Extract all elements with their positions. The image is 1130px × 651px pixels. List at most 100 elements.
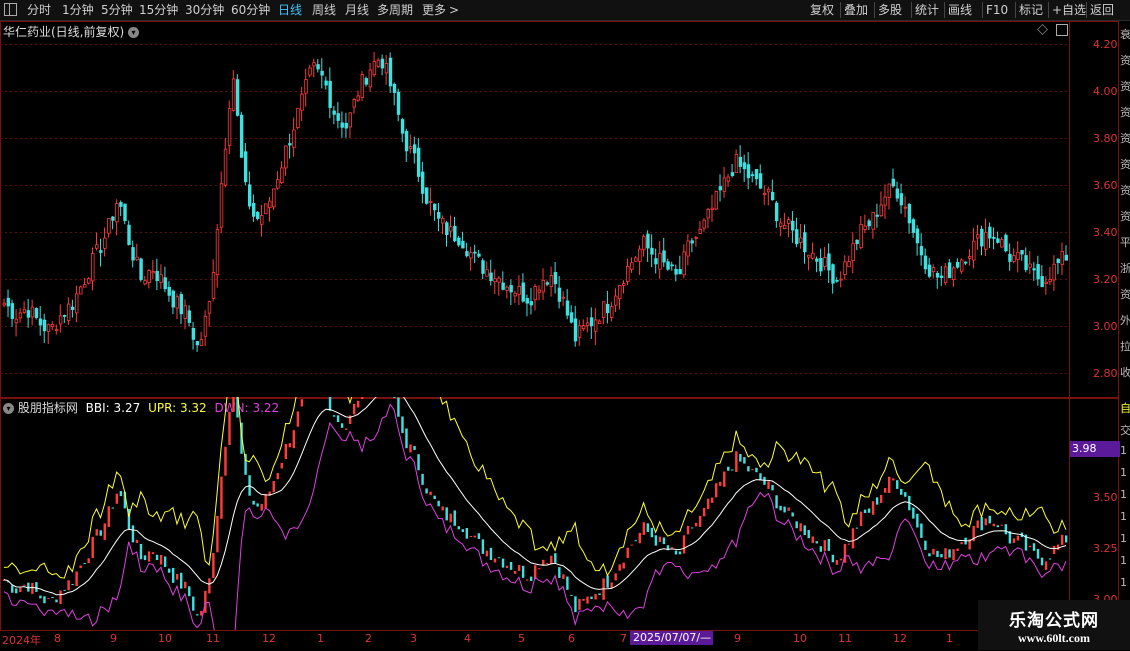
layout-toggle-icon[interactable] xyxy=(4,3,17,16)
price-axis-divider xyxy=(1069,21,1118,397)
right-strip-label[interactable]: 外 xyxy=(1120,312,1130,328)
toolbar-button-1[interactable]: 叠加 xyxy=(844,2,868,18)
candle-body xyxy=(437,212,441,219)
indicator-candle xyxy=(224,446,227,476)
period-button-1[interactable]: 1分钟 xyxy=(62,2,94,18)
more-arrow-icon[interactable]: > xyxy=(449,2,459,18)
date-tick-label: 2024年 xyxy=(2,634,41,647)
period-button-3[interactable]: 15分钟 xyxy=(139,2,178,18)
right-strip-label[interactable]: 资 xyxy=(1120,130,1130,146)
period-button-2[interactable]: 5分钟 xyxy=(101,2,133,18)
period-button-9[interactable]: 多周期 xyxy=(377,2,413,18)
indicator-candle xyxy=(469,536,473,538)
right-strip-label[interactable]: 资 xyxy=(1120,104,1130,120)
date-tick-label: 9 xyxy=(110,632,117,645)
price-tick-label: 3.40 xyxy=(1093,225,1118,239)
indicator-candle xyxy=(650,527,654,538)
indicator-candle xyxy=(228,411,231,446)
candle-body xyxy=(344,122,348,129)
indicator-candle xyxy=(538,568,541,570)
price-candlestick-chart[interactable] xyxy=(0,21,1069,397)
toolbar-button-3[interactable]: 统计 xyxy=(915,2,939,18)
indicator-candle xyxy=(783,506,786,513)
candle-body xyxy=(863,225,867,230)
toolbar-button-2[interactable]: 多股 xyxy=(878,2,902,18)
indicator-candle xyxy=(288,443,292,448)
price-tick-label: 4.20 xyxy=(1093,37,1118,51)
indicator-candle xyxy=(723,471,726,487)
period-button-8[interactable]: 月线 xyxy=(345,2,369,18)
candle-body xyxy=(203,315,208,337)
candle-body xyxy=(686,240,690,257)
period-button-0[interactable]: 分时 xyxy=(27,2,51,18)
right-strip-label[interactable]: 收 xyxy=(1120,364,1130,380)
candle-body xyxy=(903,206,908,209)
candle-body xyxy=(935,272,940,278)
period-button-5[interactable]: 60分钟 xyxy=(231,2,270,18)
toolbar-button-6[interactable]: 标记 xyxy=(1019,2,1043,18)
indicator-candle xyxy=(839,558,843,561)
candle-body xyxy=(352,99,356,108)
indicator-candle xyxy=(642,522,646,535)
right-strip-label[interactable]: 浙 xyxy=(1120,260,1130,276)
right-strip-label[interactable]: 资 xyxy=(1120,52,1130,68)
right-strip-label[interactable]: 资 xyxy=(1120,286,1130,302)
candle-body xyxy=(907,204,912,224)
indicator-candle xyxy=(23,584,26,586)
right-strip-label[interactable]: 平 xyxy=(1120,234,1130,250)
indicator-candle xyxy=(1044,561,1048,570)
right-strip-label[interactable]: 拉 xyxy=(1120,338,1130,354)
indicator-chart[interactable] xyxy=(0,397,1069,630)
candle-body xyxy=(811,252,815,259)
candle-body xyxy=(1044,281,1048,284)
toolbar-button-4[interactable]: 画线 xyxy=(948,2,972,18)
indicator-candle xyxy=(924,540,927,550)
period-button-4[interactable]: 30分钟 xyxy=(185,2,224,18)
indicator-candle xyxy=(751,469,754,471)
indicator-candle xyxy=(570,594,573,596)
indicator-candle xyxy=(948,549,951,558)
toolbar-button-0[interactable]: 复权 xyxy=(810,2,834,18)
toolbar-button-7[interactable]: +自选 xyxy=(1052,2,1086,18)
period-button-6[interactable]: 日线 xyxy=(278,2,302,18)
toolbar-separator xyxy=(840,2,841,18)
right-strip-label[interactable]: 资 xyxy=(1120,208,1130,224)
candle-body xyxy=(726,176,731,182)
candle-body xyxy=(762,192,767,195)
candle-body xyxy=(340,122,344,128)
indicator-candle xyxy=(107,506,111,528)
indicator-candle xyxy=(393,397,396,398)
period-button-10[interactable]: 更多 xyxy=(422,2,446,18)
toolbar-button-5[interactable]: F10 xyxy=(986,2,1008,18)
date-tick-label: 10 xyxy=(158,632,172,645)
indicator-candle xyxy=(421,473,424,485)
candle-body xyxy=(803,232,807,253)
date-tick-label: 10 xyxy=(793,632,807,645)
indicator-candle xyxy=(952,549,955,561)
toolbar-button-8[interactable]: 返回 xyxy=(1090,2,1114,18)
toolbar-separator xyxy=(982,2,983,18)
candle-body xyxy=(396,91,401,115)
candle-body xyxy=(992,236,996,239)
candle-body xyxy=(135,256,139,261)
candle-body xyxy=(175,296,179,309)
candle-body xyxy=(159,274,163,283)
candle-body xyxy=(734,154,739,174)
right-strip-label[interactable]: 资 xyxy=(1120,78,1130,94)
candle-body xyxy=(420,171,425,194)
candle-body xyxy=(533,286,538,301)
candle-body xyxy=(573,318,578,342)
indicator-candle xyxy=(188,586,191,597)
candle-body xyxy=(272,188,276,208)
indicator-candle xyxy=(558,567,561,578)
cursor-date-badge: 2025/07/07/— xyxy=(630,631,713,645)
period-button-7[interactable]: 周线 xyxy=(312,2,336,18)
right-strip-label[interactable]: 衰 xyxy=(1120,26,1130,42)
right-strip-ind-label: 1 xyxy=(1120,444,1127,457)
candle-body xyxy=(187,310,192,323)
right-strip-label[interactable]: 资 xyxy=(1120,182,1130,198)
right-strip-label[interactable]: 资 xyxy=(1120,156,1130,172)
candle-body xyxy=(376,59,381,68)
candle-body xyxy=(980,228,984,247)
candle-body xyxy=(171,290,175,308)
